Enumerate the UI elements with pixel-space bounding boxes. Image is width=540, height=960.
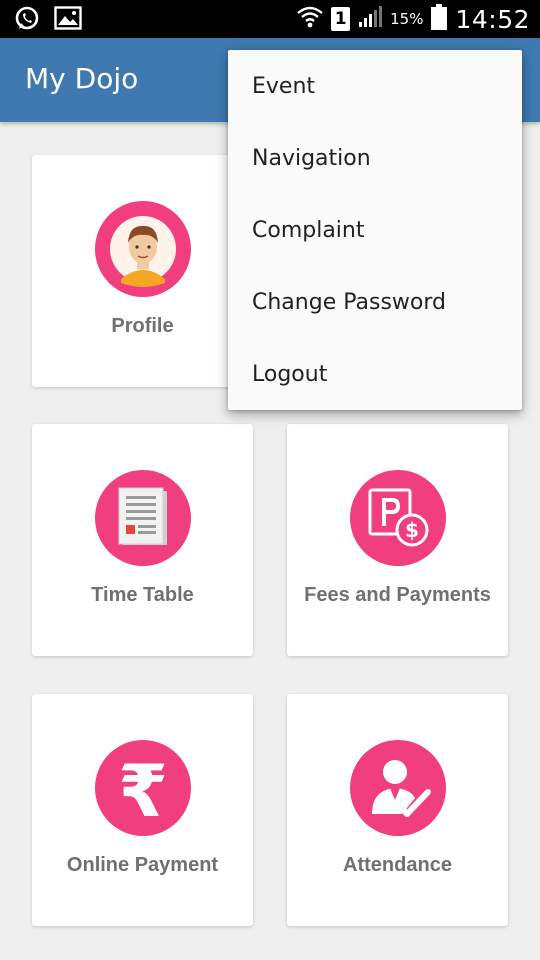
menu-item-navigation[interactable]: Navigation bbox=[228, 122, 522, 194]
tile-label: Profile bbox=[111, 315, 174, 337]
rupee-icon: ₹ bbox=[94, 740, 191, 836]
menu-item-event[interactable]: Event bbox=[228, 50, 522, 122]
profile-avatar-icon bbox=[94, 201, 191, 297]
gallery-icon bbox=[54, 6, 82, 37]
svg-text:₹: ₹ bbox=[117, 749, 167, 833]
document-icon bbox=[94, 470, 191, 566]
app-title: My Dojo bbox=[25, 62, 139, 95]
user-check-icon bbox=[349, 740, 446, 836]
tile-label: Attendance bbox=[343, 854, 452, 876]
wifi-icon bbox=[297, 5, 323, 34]
svg-text:$: $ bbox=[405, 518, 419, 542]
overflow-menu: Event Navigation Complaint Change Passwo… bbox=[228, 50, 522, 410]
time-table-tile[interactable]: Time Table bbox=[32, 424, 253, 656]
clock: 14:52 bbox=[455, 4, 530, 34]
attendance-tile[interactable]: Attendance bbox=[287, 694, 508, 926]
online-payment-tile[interactable]: ₹ Online Payment bbox=[32, 694, 253, 926]
menu-item-change-password[interactable]: Change Password bbox=[228, 266, 522, 338]
signal-icon bbox=[358, 5, 383, 33]
whatsapp-icon bbox=[14, 6, 40, 37]
tile-label: Time Table bbox=[91, 584, 194, 606]
status-bar: 1 15% 14:52 bbox=[0, 0, 540, 38]
tile-label: Fees and Payments bbox=[304, 584, 491, 606]
tile-label: Online Payment bbox=[66, 854, 219, 876]
battery-icon bbox=[431, 3, 448, 35]
battery-percent: 15% bbox=[390, 10, 424, 28]
profile-tile[interactable]: Profile bbox=[32, 155, 253, 387]
menu-item-complaint[interactable]: Complaint bbox=[228, 194, 522, 266]
parking-payment-icon: $ bbox=[349, 470, 446, 566]
menu-item-logout[interactable]: Logout bbox=[228, 338, 522, 410]
fees-and-payments-tile[interactable]: $ Fees and Payments bbox=[287, 424, 508, 656]
sim-slot-badge: 1 bbox=[331, 7, 351, 31]
